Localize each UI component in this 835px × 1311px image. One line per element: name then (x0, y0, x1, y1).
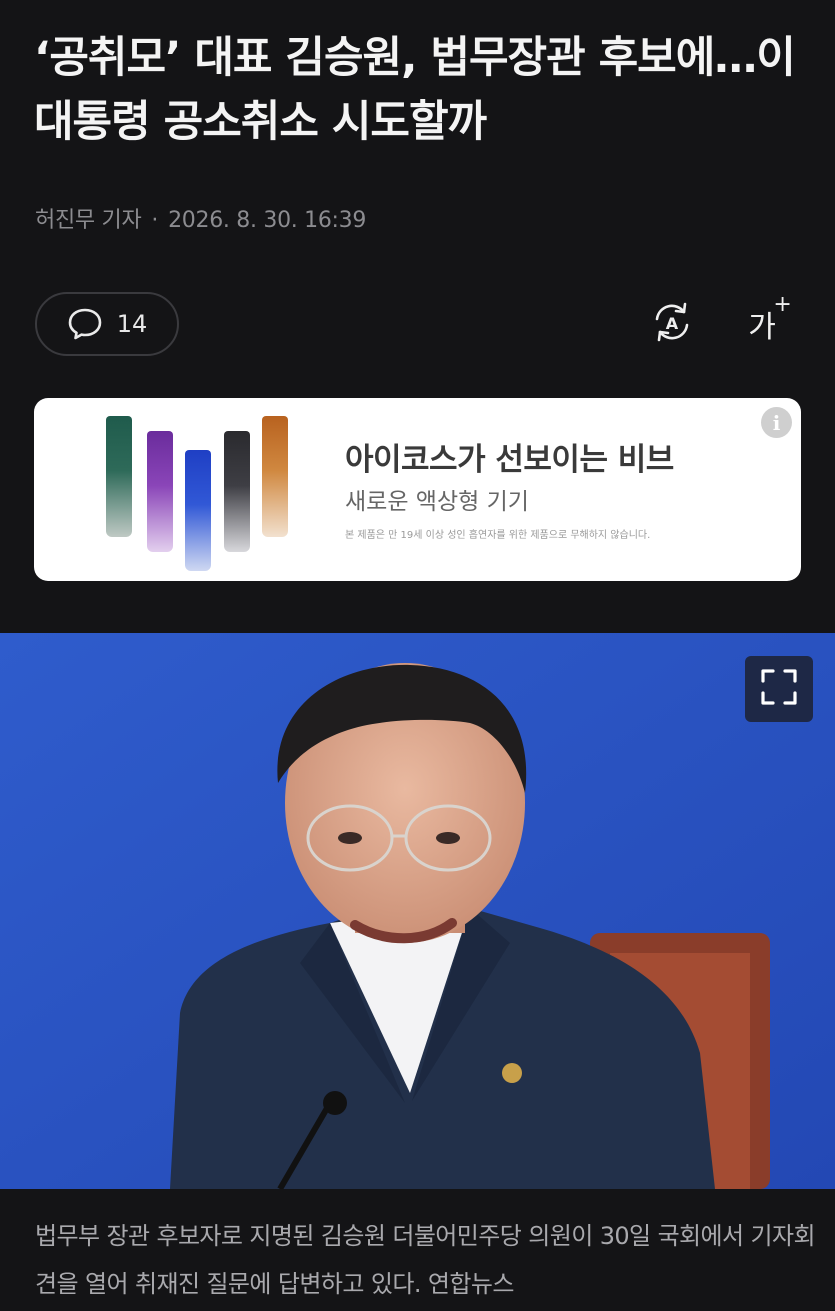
svg-text:A: A (666, 314, 679, 333)
ad-disclaimer: 본 제품은 만 19세 이상 성인 흡연자를 위한 제품으로 무해하지 않습니다… (345, 530, 651, 541)
comment-count: 14 (116, 310, 148, 338)
article-byline: 허진무 기자 · 2026. 8. 30. 16:39 (35, 202, 366, 234)
article-page: ‘공취모’ 대표 김승원, 법무장관 후보에…이 대통령 공소취소 시도할까 허… (0, 0, 835, 1311)
ad-title: 아이코스가 선보이는 비브 (345, 442, 674, 478)
comment-button[interactable]: 14 (35, 292, 179, 356)
photo-caption: 법무부 장관 후보자로 지명된 김승원 더불어민주당 의원이 30일 국회에서 … (35, 1222, 816, 1298)
auto-read-icon: A (649, 299, 695, 349)
ad-subtitle: 새로운 액상형 기기 (345, 489, 529, 515)
auto-read-button[interactable]: A (648, 300, 696, 348)
product-green (106, 416, 132, 537)
publish-datetime: 2026. 8. 30. 16:39 (168, 208, 367, 233)
product-black (224, 431, 250, 552)
article-photo[interactable] (0, 633, 835, 1189)
product-blue (185, 450, 211, 571)
font-size-plus: + (773, 292, 792, 317)
product-orange (262, 416, 288, 537)
ad-info-icon[interactable]: i (761, 407, 792, 438)
reporter-name[interactable]: 허진무 기자 (35, 208, 142, 233)
product-purple (147, 431, 173, 552)
expand-icon (759, 667, 799, 711)
speech-bubble-icon (67, 307, 103, 341)
byline-separator: · (151, 208, 159, 233)
photo-expand-button[interactable] (745, 656, 813, 722)
advertisement-banner[interactable]: 아이코스가 선보이는 비브 새로운 액상형 기기 본 제품은 만 19세 이상 … (34, 398, 801, 581)
font-size-button[interactable]: 가 + (738, 292, 792, 348)
article-headline: ‘공취모’ 대표 김승원, 법무장관 후보에…이 대통령 공소취소 시도할까 (34, 33, 796, 147)
font-size-icon: 가 + (748, 292, 792, 346)
font-size-label: 가 (748, 310, 776, 345)
ad-info-glyph: i (772, 410, 781, 435)
photo-illustration (0, 633, 835, 1189)
